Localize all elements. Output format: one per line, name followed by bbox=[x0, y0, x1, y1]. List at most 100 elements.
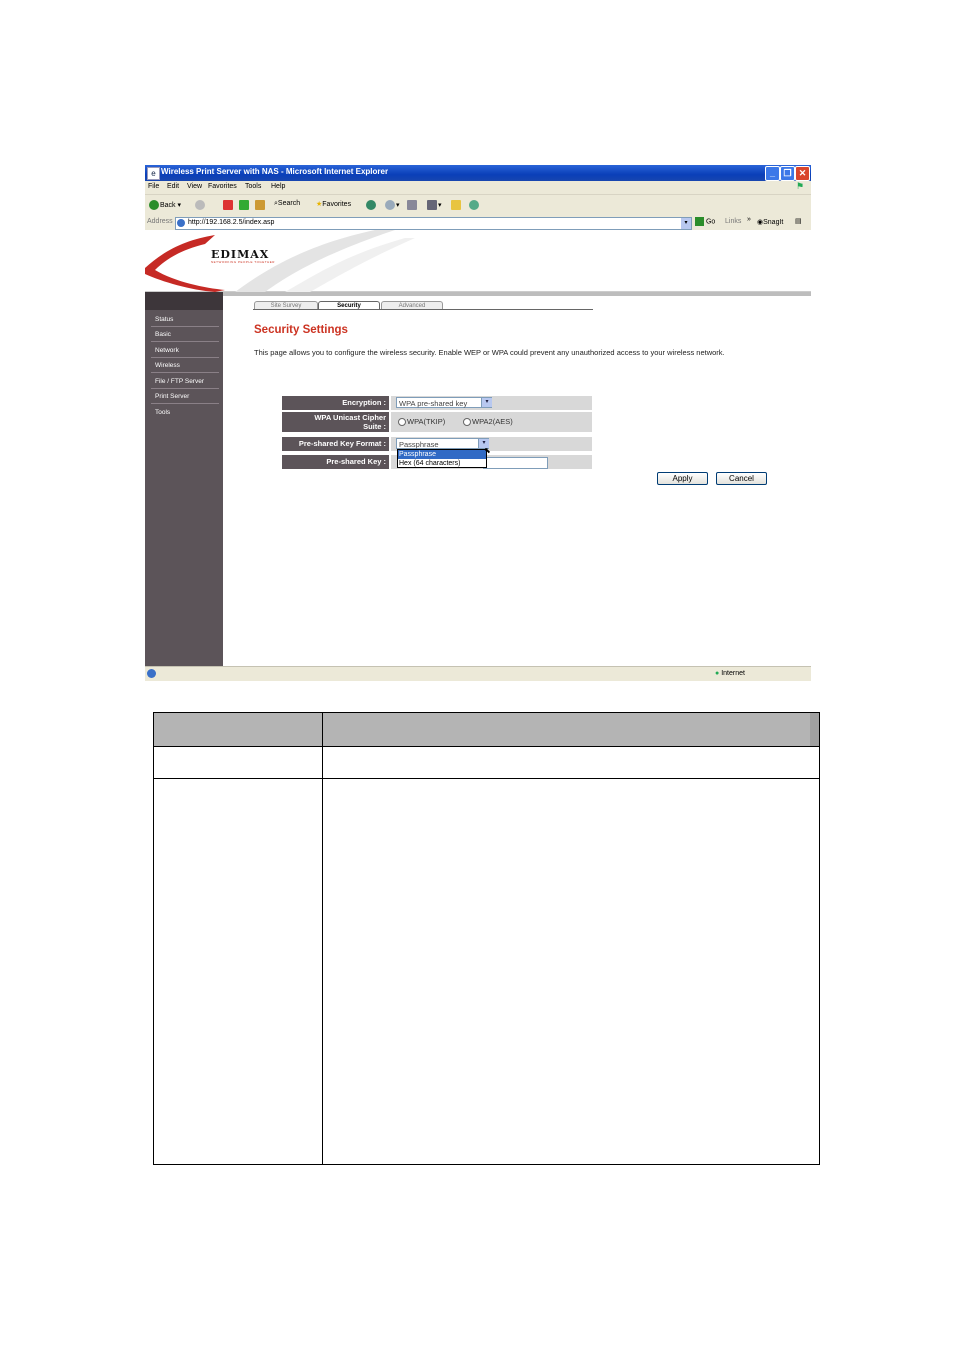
snagit-button[interactable]: ◉SnagIt bbox=[757, 218, 783, 226]
table-row-divider bbox=[154, 778, 819, 779]
forward-arrow-icon bbox=[195, 200, 205, 210]
sidebar-item-tools[interactable]: Tools bbox=[151, 406, 219, 420]
chevron-down-icon[interactable]: ▾ bbox=[481, 398, 492, 407]
folder-icon bbox=[451, 200, 461, 210]
sidebar: Status Basic Network Wireless File / FTP… bbox=[145, 292, 223, 666]
sidebar-item-wireless[interactable]: Wireless bbox=[151, 359, 219, 373]
menu-view[interactable]: View bbox=[187, 183, 202, 190]
menu-tools[interactable]: Tools bbox=[245, 183, 261, 190]
cancel-button[interactable]: Cancel bbox=[716, 472, 767, 485]
go-arrow-icon bbox=[695, 217, 704, 226]
page-favicon-icon bbox=[177, 219, 185, 227]
home-icon bbox=[255, 200, 265, 210]
table-header-row bbox=[154, 713, 819, 746]
window-title: Wireless Print Server with NAS - Microso… bbox=[161, 167, 389, 176]
sidebar-item-file-ftp-server[interactable]: File / FTP Server bbox=[151, 375, 219, 389]
banner: EDIMAX NETWORKING PEOPLE TOGETHER bbox=[145, 230, 811, 292]
option-passphrase[interactable]: Passphrase bbox=[398, 450, 486, 459]
messenger-button[interactable] bbox=[469, 200, 480, 210]
menu-file[interactable]: File bbox=[148, 183, 159, 190]
radio-circle-icon bbox=[398, 418, 406, 427]
globe-icon: ● bbox=[715, 670, 720, 677]
key-format-dropdown-list: Passphrase Hex (64 characters) bbox=[397, 449, 487, 468]
printer-icon bbox=[407, 200, 417, 210]
tab-underline bbox=[253, 309, 593, 310]
menu-favorites[interactable]: Favorites bbox=[208, 183, 237, 190]
encryption-select[interactable]: WPA pre-shared key ▾ bbox=[396, 397, 492, 408]
home-button[interactable] bbox=[255, 200, 266, 210]
sidebar-item-network[interactable]: Network bbox=[151, 344, 219, 358]
menu-edit[interactable]: Edit bbox=[167, 183, 179, 190]
folder-button[interactable] bbox=[451, 200, 462, 210]
radio-circle-icon bbox=[463, 418, 471, 427]
option-hex-64[interactable]: Hex (64 characters) bbox=[398, 459, 486, 468]
edit-button[interactable]: ▾ bbox=[427, 200, 442, 210]
print-button[interactable] bbox=[407, 200, 418, 210]
table-row-divider bbox=[154, 746, 819, 747]
key-format-label: Pre-shared Key Format : bbox=[282, 437, 389, 451]
maximize-button[interactable]: ❐ bbox=[780, 166, 795, 181]
refresh-button[interactable] bbox=[239, 200, 250, 210]
edit-icon bbox=[427, 200, 437, 210]
menu-help[interactable]: Help bbox=[271, 183, 285, 190]
encryption-cell: WPA pre-shared key ▾ bbox=[391, 396, 592, 410]
web-page: EDIMAX NETWORKING PEOPLE TOGETHER Status… bbox=[145, 230, 811, 666]
windows-flag-icon: ⚑ bbox=[796, 181, 805, 191]
toolbar: Back ▾ ⌕Search ★Favorites ▾ ▾ bbox=[145, 194, 811, 216]
cipher-suite-label-line-2: Suite : bbox=[363, 422, 386, 431]
encryption-label: Encryption : bbox=[282, 396, 389, 410]
history-icon bbox=[366, 200, 376, 210]
refresh-icon bbox=[239, 200, 249, 210]
pre-shared-key-label: Pre-shared Key : bbox=[282, 455, 389, 469]
sidebar-header-strip bbox=[145, 292, 223, 310]
edimax-tagline: NETWORKING PEOPLE TOGETHER bbox=[211, 260, 275, 264]
search-button[interactable]: ⌕Search bbox=[274, 200, 300, 208]
chevron-icon[interactable]: » bbox=[747, 216, 751, 223]
radio-wpa-tkip[interactable]: WPA(TKIP) bbox=[398, 412, 445, 432]
cipher-suite-label-line-1: WPA Unicast Cipher bbox=[314, 413, 386, 422]
address-bar: Address http://192.168.2.5/index.asp ▾ G… bbox=[145, 215, 811, 230]
cipher-suite-cell: WPA(TKIP) WPA2(AES) bbox=[391, 412, 592, 432]
links-label[interactable]: Links bbox=[725, 218, 741, 225]
sidebar-item-basic[interactable]: Basic bbox=[151, 328, 219, 342]
page-title: Security Settings bbox=[254, 324, 348, 336]
stop-icon bbox=[223, 200, 233, 210]
browser-window: e Wireless Print Server with NAS - Micro… bbox=[145, 165, 811, 681]
messenger-icon bbox=[469, 200, 479, 210]
address-dropdown-icon[interactable]: ▾ bbox=[681, 218, 691, 229]
address-label: Address bbox=[147, 218, 173, 225]
close-button[interactable]: ✕ bbox=[795, 166, 810, 181]
pre-shared-key-input[interactable] bbox=[483, 457, 548, 469]
mouse-cursor-icon: ⬉ bbox=[484, 446, 491, 455]
address-url: http://192.168.2.5/index.asp bbox=[188, 219, 275, 226]
snagit-options-icon[interactable]: ▤ bbox=[795, 217, 802, 225]
mail-button[interactable]: ▾ bbox=[385, 200, 400, 210]
ie-page-icon: e bbox=[147, 167, 160, 180]
apply-button[interactable]: Apply bbox=[657, 472, 708, 485]
address-input[interactable]: http://192.168.2.5/index.asp ▾ bbox=[175, 217, 692, 230]
main-content: Site Survey Security Advanced Security S… bbox=[223, 292, 811, 666]
content-top-bar bbox=[223, 292, 811, 296]
table-header-scroll-edge bbox=[810, 713, 819, 746]
history-button[interactable] bbox=[366, 200, 377, 210]
favorites-button[interactable]: ★Favorites bbox=[316, 200, 351, 208]
key-format-select[interactable]: Passphrase ▾ bbox=[396, 438, 489, 449]
sidebar-item-print-server[interactable]: Print Server bbox=[151, 390, 219, 404]
page-description: This page allows you to configure the wi… bbox=[254, 348, 725, 357]
title-bar: e Wireless Print Server with NAS - Micro… bbox=[145, 165, 811, 181]
cipher-suite-label: WPA Unicast Cipher Suite : bbox=[282, 412, 389, 432]
back-button[interactable]: Back ▾ bbox=[149, 200, 181, 210]
mail-icon bbox=[385, 200, 395, 210]
radio-wpa2-aes[interactable]: WPA2(AES) bbox=[463, 412, 513, 432]
table-column-divider bbox=[322, 713, 323, 1164]
description-table bbox=[153, 712, 820, 1165]
go-button[interactable]: Go bbox=[695, 217, 715, 226]
minimize-button[interactable]: _ bbox=[765, 166, 780, 181]
menu-bar: File Edit View Favorites Tools Help ⚑ bbox=[145, 181, 811, 194]
page-done-icon bbox=[147, 669, 156, 678]
sidebar-item-status[interactable]: Status bbox=[151, 313, 219, 327]
internet-zone: ● Internet bbox=[715, 670, 745, 677]
back-arrow-icon bbox=[149, 200, 159, 210]
stop-button[interactable] bbox=[223, 200, 234, 210]
forward-button[interactable] bbox=[195, 200, 206, 210]
